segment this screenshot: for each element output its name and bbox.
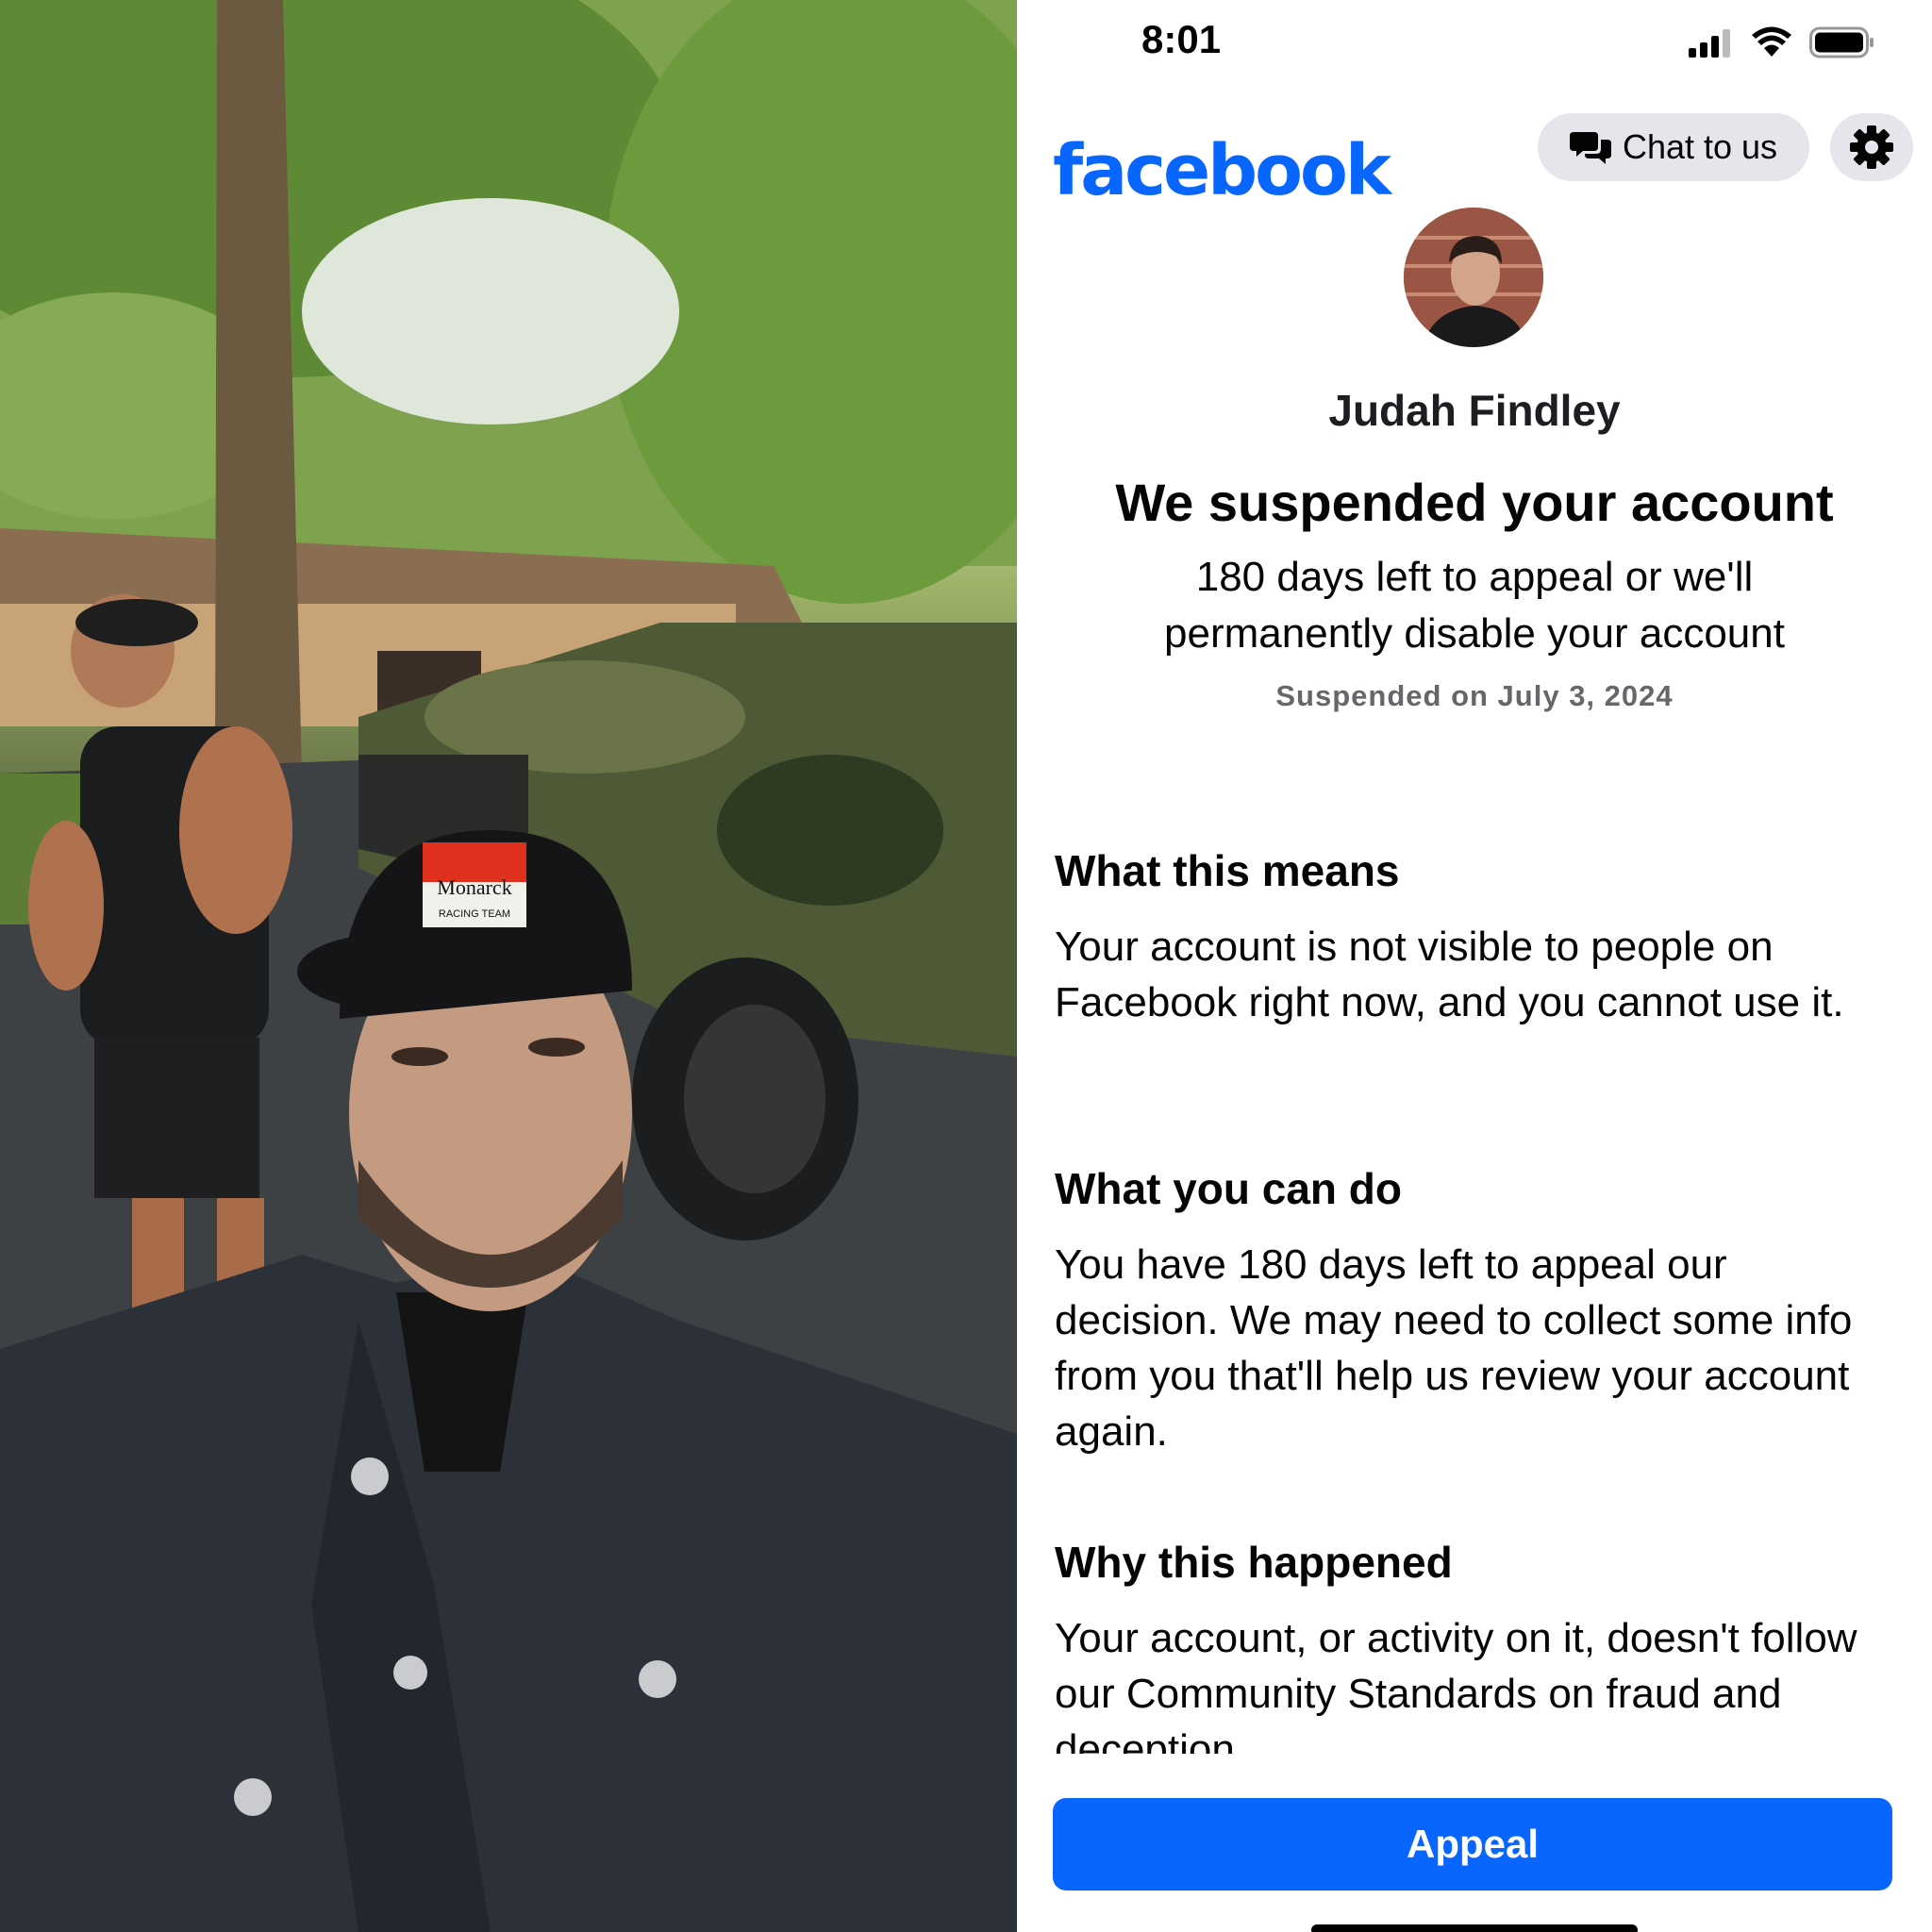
chat-to-us-label: Chat to us	[1622, 127, 1778, 166]
chat-bubbles-icon	[1569, 132, 1611, 164]
chat-to-us-button[interactable]: Chat to us	[1538, 113, 1809, 181]
section-heading: Why this happened	[1055, 1538, 1453, 1587]
account-suspended-screen: 8:01 facebook Chat to us Judah Findley W…	[1017, 0, 1932, 1932]
home-indicator[interactable]	[1311, 1924, 1638, 1932]
signal-icon	[1689, 29, 1730, 58]
wifi-icon	[1752, 26, 1791, 57]
cap-logo-text: Monarck	[437, 875, 511, 899]
profile-avatar	[1404, 208, 1543, 347]
suspension-title: We suspended your account	[1115, 473, 1834, 532]
section-body: Your account is not visible to people on…	[1055, 924, 1844, 1025]
status-icons	[1689, 26, 1875, 58]
suspension-date: Suspended on July 3, 2024	[1275, 679, 1674, 712]
section-heading: What you can do	[1055, 1164, 1402, 1213]
user-name: Judah Findley	[1328, 386, 1621, 435]
section-why-this-happened: Why this happened Your account, or activ…	[1055, 1537, 1885, 1754]
section-what-you-can-do: What you can do You have 180 days left t…	[1055, 1163, 1885, 1459]
selfie-photo: Monarck RACING TEAM	[0, 0, 1017, 1932]
facebook-logo[interactable]: facebook	[1053, 130, 1391, 211]
section-heading: What this means	[1055, 846, 1400, 895]
settings-button[interactable]	[1830, 113, 1913, 181]
battery-icon	[1809, 26, 1874, 58]
cap-logo-subtext: RACING TEAM	[439, 908, 510, 920]
section-what-this-means: What this means Your account is not visi…	[1055, 845, 1885, 1030]
section-body: Your account, or activity on it, doesn't…	[1055, 1615, 1857, 1754]
section-body: You have 180 days left to appeal our dec…	[1055, 1241, 1853, 1455]
appeal-button[interactable]: Appeal	[1053, 1798, 1892, 1890]
status-bar: 8:01	[1017, 0, 1932, 85]
avatar-image	[1404, 208, 1543, 347]
gear-icon	[1850, 125, 1893, 169]
appeal-deadline-text: 180 days left to appeal or we'll permane…	[1164, 554, 1785, 657]
status-time: 8:01	[1141, 17, 1222, 61]
photo-illustration: Monarck RACING TEAM	[0, 0, 1017, 1932]
